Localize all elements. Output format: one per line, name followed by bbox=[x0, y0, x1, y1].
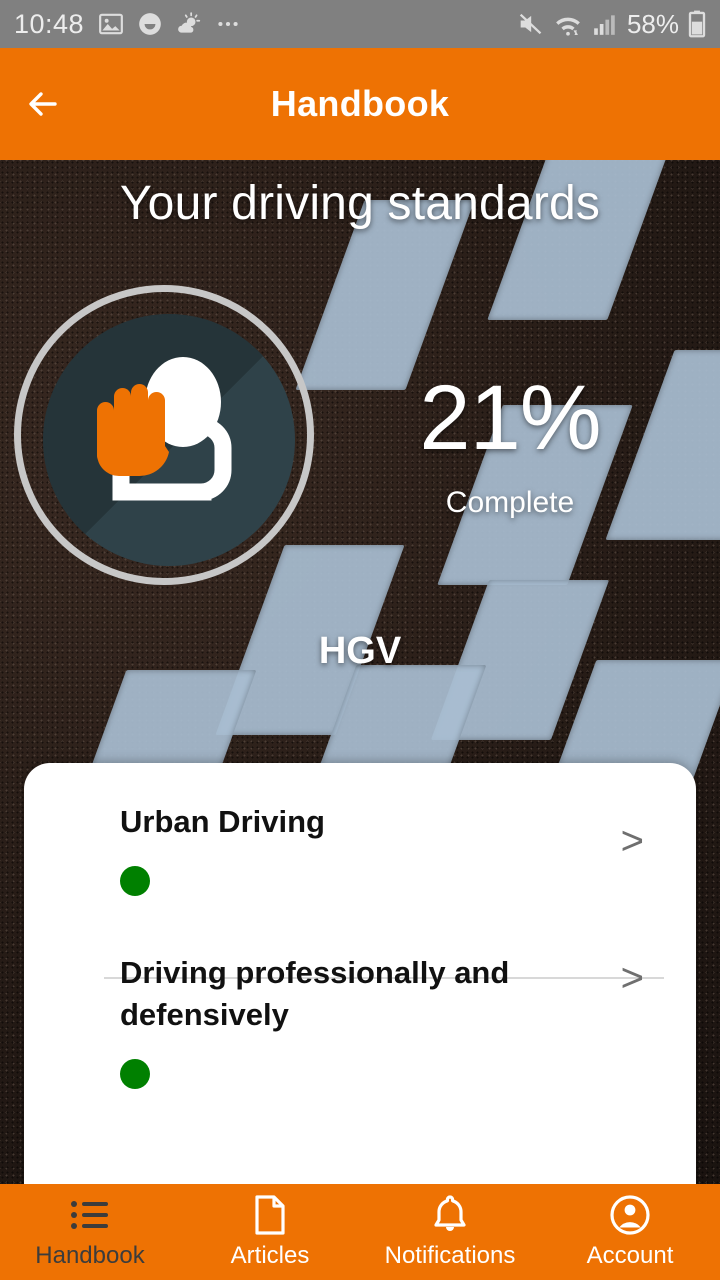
account-circle-icon bbox=[609, 1194, 651, 1236]
chevron-right-icon[interactable]: > bbox=[621, 958, 644, 998]
battery-icon bbox=[688, 10, 706, 38]
document-icon bbox=[254, 1194, 286, 1236]
list-item-title: Urban Driving bbox=[120, 804, 325, 839]
app-bar: Handbook bbox=[0, 48, 720, 160]
status-badge bbox=[120, 1058, 150, 1089]
list-item[interactable]: Urban Driving > bbox=[24, 763, 696, 896]
wifi-icon bbox=[553, 10, 583, 38]
nav-label-articles: Articles bbox=[230, 1242, 310, 1269]
completion-percent: 21% bbox=[419, 367, 601, 469]
app-screen: 10:48 58% Handbook Your driving standard… bbox=[0, 0, 720, 1280]
image-icon bbox=[98, 11, 124, 37]
status-badge bbox=[120, 865, 150, 896]
nav-item-notifications[interactable]: Notifications bbox=[360, 1184, 540, 1280]
status-bar-system-icons: 58% bbox=[516, 9, 706, 40]
nav-label-account: Account bbox=[586, 1242, 674, 1269]
list-icon bbox=[69, 1194, 111, 1236]
bottom-navigation-bar: Handbook Articles Notifications Account bbox=[0, 1184, 720, 1280]
stop-hand-person-icon bbox=[43, 314, 295, 566]
signal-icon bbox=[592, 11, 618, 37]
list-item[interactable]: Driving professionally and defensively > bbox=[24, 896, 696, 1089]
weather-icon bbox=[176, 11, 202, 37]
nav-item-handbook[interactable]: Handbook bbox=[0, 1184, 180, 1280]
more-icon bbox=[215, 11, 241, 37]
page-title: Handbook bbox=[270, 83, 450, 124]
chevron-right-icon[interactable]: > bbox=[621, 821, 644, 861]
nav-label-notifications: Notifications bbox=[384, 1242, 516, 1269]
mute-icon bbox=[516, 10, 544, 38]
status-bar-notification-icons bbox=[98, 11, 241, 37]
vehicle-type-label: HGV bbox=[318, 630, 402, 672]
nav-item-account[interactable]: Account bbox=[540, 1184, 720, 1280]
smiley-icon bbox=[137, 11, 163, 37]
back-button[interactable] bbox=[0, 48, 96, 160]
hero-section: Your driving standards 21% Complete HGV … bbox=[0, 160, 720, 1190]
standards-list-card: Urban Driving > Driving professionally a… bbox=[24, 763, 696, 1190]
completion-label: Complete bbox=[445, 486, 575, 519]
status-bar: 10:48 58% bbox=[0, 0, 720, 48]
bell-icon bbox=[430, 1194, 470, 1236]
battery-percent-label: 58% bbox=[626, 8, 679, 39]
nav-label-handbook: Handbook bbox=[35, 1242, 145, 1269]
driving-standards-badge bbox=[14, 285, 314, 585]
nav-item-articles[interactable]: Articles bbox=[180, 1184, 360, 1280]
status-bar-time: 10:48 bbox=[14, 8, 85, 39]
list-item-title: Driving professionally and defensively bbox=[120, 954, 510, 1032]
hero-title: Your driving standards bbox=[119, 177, 601, 230]
